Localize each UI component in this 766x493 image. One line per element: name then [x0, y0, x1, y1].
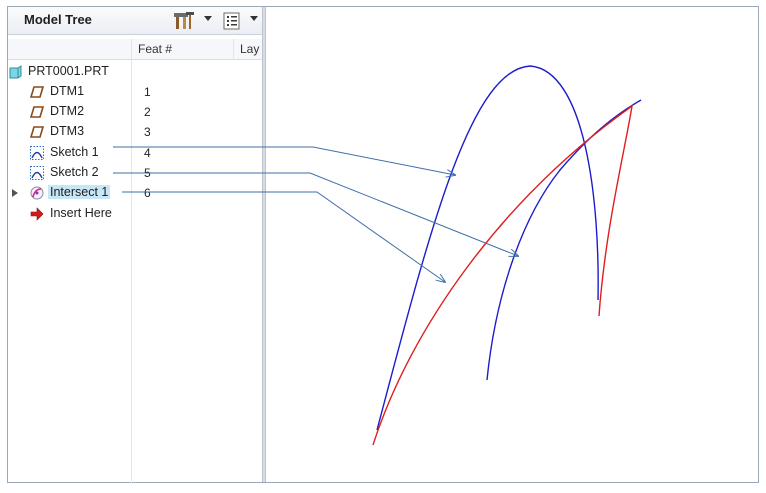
tools-hammer-icon[interactable]: [171, 11, 197, 29]
tree-item-intersect-1[interactable]: Intersect 1 6: [8, 183, 262, 203]
column-feat-number[interactable]: Feat #: [138, 42, 172, 56]
datum-plane-icon: [29, 125, 45, 139]
feat-number: 5: [144, 166, 151, 180]
tree-item-label: Sketch 1: [50, 145, 99, 159]
tree-root-part[interactable]: PRT0001.PRT: [8, 62, 262, 82]
settings-dropdown-icon[interactable]: [250, 16, 258, 21]
tree-settings-icon[interactable]: [222, 11, 242, 30]
column-divider: [233, 39, 234, 59]
datum-plane-icon: [29, 105, 45, 119]
feat-number: 2: [144, 105, 151, 119]
tree-item-label: DTM2: [50, 104, 85, 118]
tree-item-dtm3[interactable]: DTM3 3: [8, 122, 262, 142]
expand-arrow-icon[interactable]: [12, 189, 18, 197]
feat-number: 1: [144, 85, 151, 99]
tree-root-label: PRT0001.PRT: [28, 64, 109, 78]
tree-item-insert-here[interactable]: Insert Here: [8, 204, 262, 224]
model-tree-panel: Model Tree Feat # Lay PRT0001.PRT DTM1 1…: [8, 7, 262, 484]
graphics-viewport[interactable]: [266, 7, 758, 482]
tree-item-sketch-1[interactable]: Sketch 1 4: [8, 143, 262, 163]
model-window: Model Tree Feat # Lay PRT0001.PRT DTM1 1…: [7, 6, 759, 484]
intersect-icon: [30, 186, 44, 200]
tree-item-dtm2[interactable]: DTM2 2: [8, 102, 262, 122]
tree-item-label: DTM1: [50, 84, 85, 98]
model-tree-header: Model Tree: [8, 7, 262, 35]
model-tree-title: Model Tree: [24, 12, 92, 27]
tools-dropdown-icon[interactable]: [204, 16, 212, 21]
insert-here-arrow-icon: [30, 207, 44, 221]
tree-item-label: Sketch 2: [50, 165, 99, 179]
feat-number: 3: [144, 125, 151, 139]
column-layer[interactable]: Lay: [240, 42, 259, 56]
datum-plane-icon: [29, 85, 45, 99]
tree-item-label: DTM3: [50, 124, 85, 138]
tree-item-dtm1[interactable]: DTM1 1: [8, 82, 262, 102]
sketch-icon: [30, 146, 44, 160]
feat-number: 4: [144, 146, 151, 160]
column-header-row: Feat # Lay: [8, 39, 262, 60]
tree-item-sketch-2[interactable]: Sketch 2 5: [8, 163, 262, 183]
tree-item-label: Insert Here: [50, 206, 112, 220]
part-icon: [9, 65, 23, 79]
tree-item-label: Intersect 1: [48, 185, 111, 199]
sketch-icon: [30, 166, 44, 180]
feat-number: 6: [144, 186, 151, 200]
